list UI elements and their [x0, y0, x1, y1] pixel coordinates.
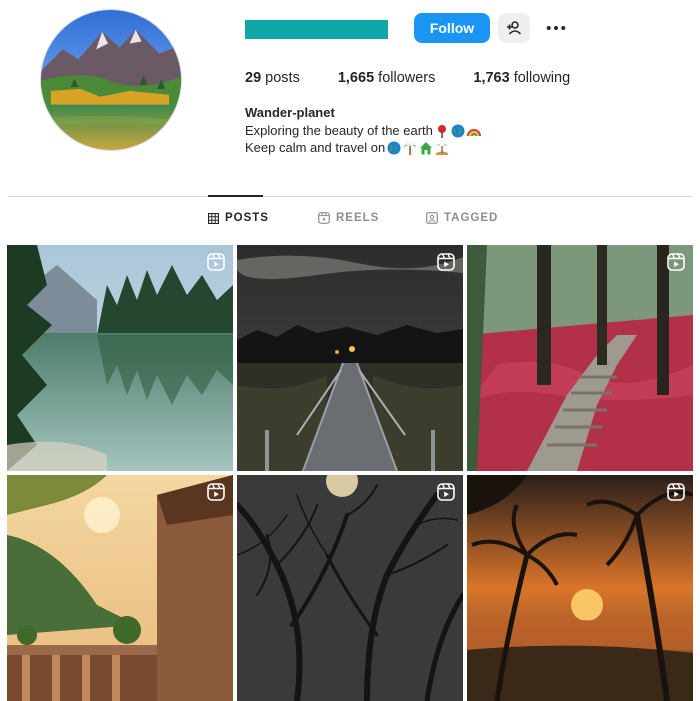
tabs-divider	[8, 196, 692, 197]
bio-line-2: Keep calm and travel on	[245, 140, 449, 155]
active-tab-indicator	[208, 195, 263, 197]
posts-count-value: 29	[245, 70, 262, 86]
tab-tagged[interactable]: TAGGED	[426, 212, 498, 224]
globe-emoji-icon	[451, 124, 465, 137]
post-image-palm-sunset	[467, 475, 693, 701]
avatar-image	[41, 10, 181, 150]
profile-stats: 29 posts 1,665 followers 1,763 following	[245, 70, 608, 86]
reel-indicator-icon	[207, 253, 225, 271]
suggested-accounts-button[interactable]	[498, 13, 530, 43]
following-count-label: following	[513, 70, 571, 86]
tagged-icon	[426, 212, 438, 224]
post-image-mountain-lake	[7, 245, 233, 471]
follow-button[interactable]: Follow	[414, 13, 490, 43]
more-dots-icon	[546, 26, 566, 30]
following-count[interactable]: 1,763 following	[473, 70, 570, 86]
post-image-night-boardwalk	[237, 245, 463, 471]
avatar[interactable]	[40, 9, 182, 151]
tab-posts-label: POSTS	[225, 212, 269, 224]
palm-emoji-icon	[404, 141, 417, 155]
tab-reels[interactable]: REELS	[318, 212, 379, 224]
earth-emoji-icon	[387, 141, 401, 154]
posts-grid	[7, 245, 693, 701]
reel-indicator-icon	[207, 483, 225, 501]
tab-posts[interactable]: POSTS	[208, 212, 269, 224]
bio-line-2-text: Keep calm and travel on	[245, 140, 386, 155]
followers-count-value: 1,665	[337, 70, 375, 86]
profile-tabs: POSTS REELS TAGGED	[0, 212, 700, 232]
reels-icon	[318, 212, 330, 224]
posts-count: 29 posts	[245, 70, 300, 86]
post-tile-balcony-valley[interactable]	[7, 475, 233, 701]
grid-icon	[208, 212, 219, 224]
followers-count[interactable]: 1,665 followers	[338, 70, 436, 86]
reel-indicator-icon	[437, 253, 455, 271]
add-user-icon	[507, 21, 522, 35]
reel-indicator-icon	[667, 253, 685, 271]
post-tile-red-forest-path[interactable]	[467, 245, 693, 471]
profile-display-name: Wander-planet	[245, 105, 335, 120]
tab-reels-label: REELS	[336, 212, 380, 224]
post-tile-night-boardwalk[interactable]	[237, 245, 463, 471]
reel-indicator-icon	[667, 483, 685, 501]
reel-indicator-icon	[437, 483, 455, 501]
post-tile-mountain-lake[interactable]	[7, 245, 233, 471]
post-tile-moon-trees[interactable]	[237, 475, 463, 701]
bio-line-1-text: Exploring the beauty of the earth	[245, 123, 433, 138]
profile-header: Follow 29 posts 1,665 followers 1,763 fo…	[0, 0, 700, 196]
following-count-value: 1,763	[473, 70, 510, 86]
post-image-moon-trees	[237, 475, 463, 701]
pin-emoji-icon	[437, 124, 446, 138]
tab-tagged-label: TAGGED	[444, 212, 499, 224]
more-options-button[interactable]	[540, 13, 572, 43]
post-image-balcony-valley	[7, 475, 233, 701]
username-redacted	[245, 20, 388, 39]
island-emoji-icon	[436, 144, 449, 155]
house-emoji-icon	[420, 141, 433, 154]
post-image-red-forest-path	[467, 245, 693, 471]
bio-line-1: Exploring the beauty of the earth	[245, 123, 481, 138]
posts-count-label: posts	[265, 70, 300, 86]
post-tile-palm-sunset[interactable]	[467, 475, 693, 701]
followers-count-label: followers	[378, 70, 436, 86]
rainbow-emoji-icon	[466, 128, 481, 136]
